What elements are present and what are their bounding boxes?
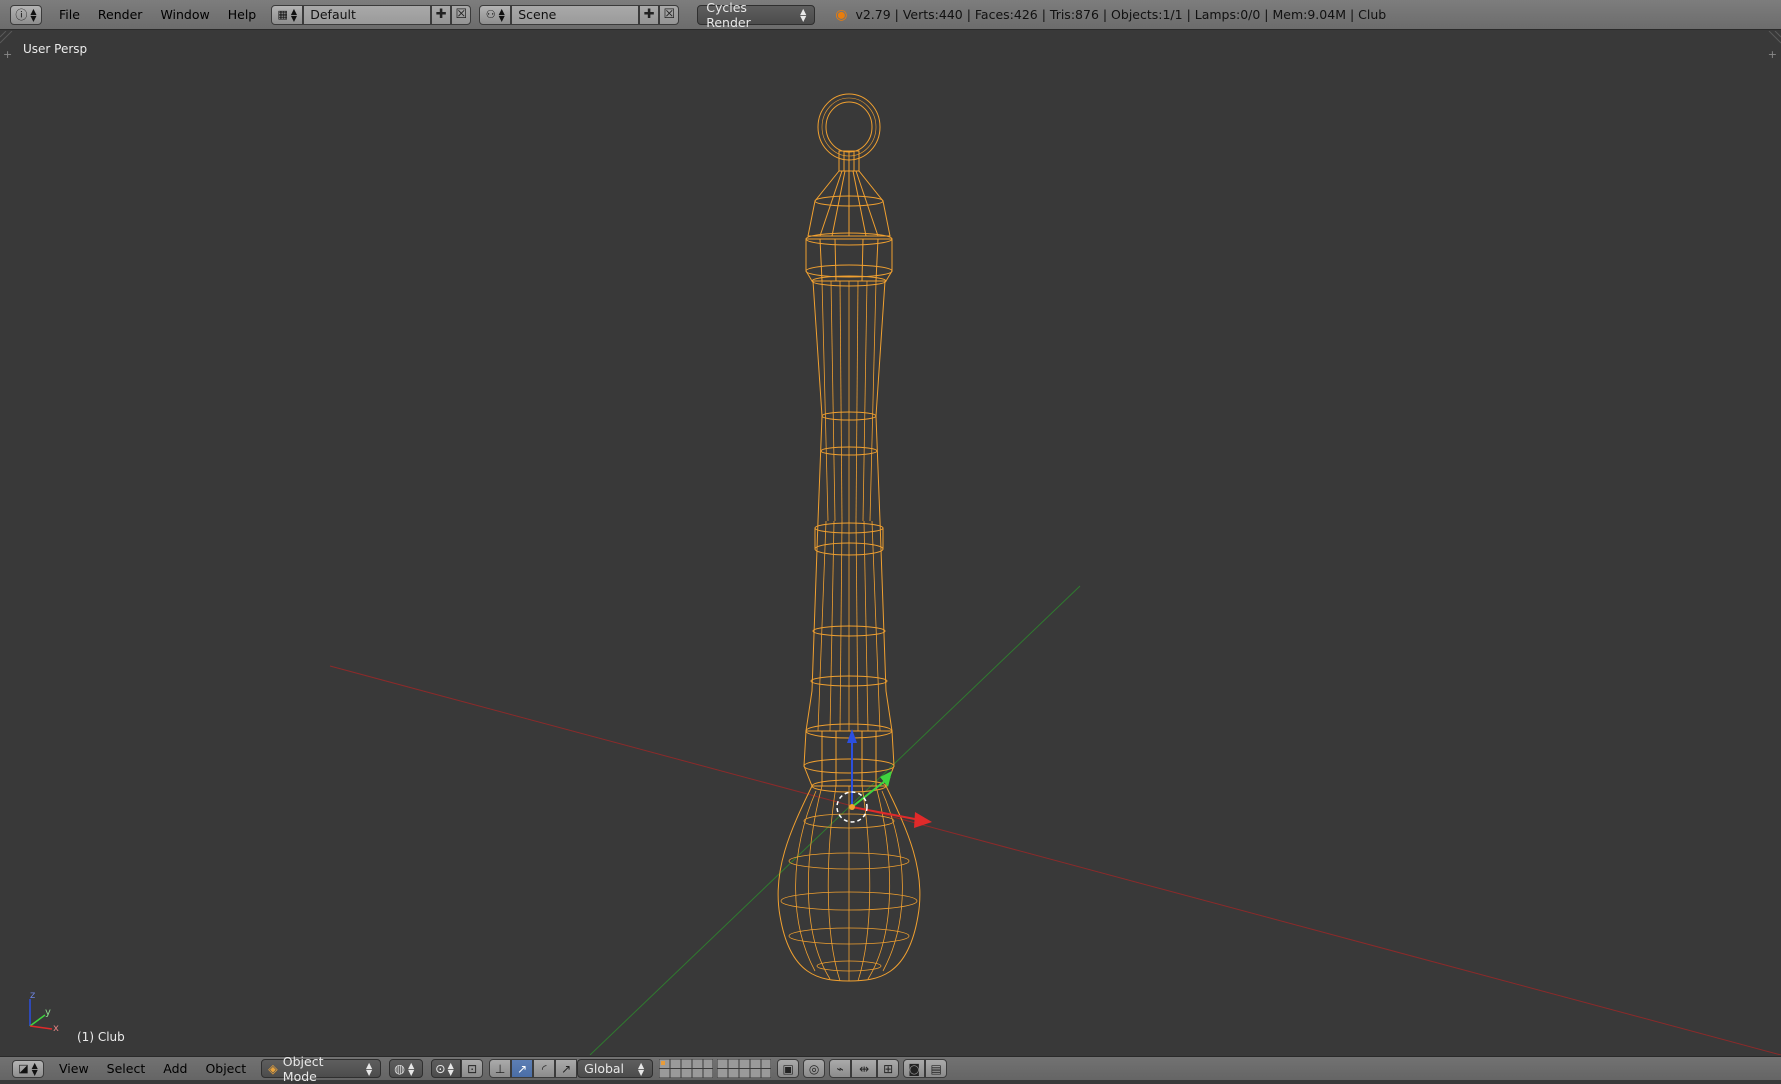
- scene-name-text: Scene: [518, 7, 557, 22]
- close-icon: ☒: [455, 7, 468, 22]
- area-corner-hatch: [0, 31, 1781, 44]
- translate-arrow-icon: ↗: [517, 1061, 528, 1076]
- menu-file[interactable]: File: [50, 0, 89, 30]
- viewport-canvas: z y x: [0, 31, 1781, 1055]
- snap-increment-icon: ⇹: [859, 1061, 870, 1076]
- menu-object[interactable]: Object: [196, 1057, 255, 1081]
- 3d-view-cube-icon: ◪: [18, 1062, 29, 1075]
- magnet-icon: ⌁: [836, 1061, 844, 1076]
- menu-view[interactable]: View: [50, 1057, 98, 1081]
- scene-icon: ⚇: [485, 8, 496, 21]
- translate-manipulator-button[interactable]: ↗: [511, 1059, 534, 1078]
- layout-name-field[interactable]: Default: [303, 4, 432, 25]
- blender-logo-icon: ◉: [835, 6, 848, 23]
- opengl-render-animation-button[interactable]: ▤: [925, 1059, 948, 1078]
- scene-browse-button[interactable]: ⚇ ▲ ▼: [479, 4, 512, 25]
- editor-type-selector[interactable]: ⓘ ▲ ▼: [10, 4, 42, 25]
- rotate-arc-icon: ◜: [541, 1061, 547, 1076]
- interaction-mode-select[interactable]: ◈ Object Mode ▲ ▼: [261, 1054, 382, 1084]
- proportional-edit-icon: ◎: [808, 1061, 820, 1076]
- info-icon: ⓘ: [15, 8, 28, 22]
- menu-window[interactable]: Window: [151, 0, 218, 30]
- layer-buttons-icon-2: [717, 1059, 772, 1078]
- layout-name-text: Default: [310, 7, 356, 22]
- layout-grid-icon: ▦: [277, 8, 288, 21]
- axis-x-label: x: [53, 1023, 59, 1034]
- close-icon: ☒: [663, 7, 676, 22]
- club-wireframe: [777, 93, 921, 982]
- layer-lock-icon: ▣: [782, 1061, 794, 1076]
- scale-icon: ↗: [561, 1061, 572, 1076]
- manipulator-icon: ⊥: [494, 1061, 506, 1076]
- manipulator-group: ⊥ ↗ ◜ ↗: [489, 1059, 578, 1078]
- manipulator-toggle[interactable]: ⊥: [489, 1059, 512, 1078]
- menu-help[interactable]: Help: [219, 0, 266, 30]
- pivot-group: ⊙ ▲ ▼ ⊡: [431, 1059, 484, 1078]
- scene-delete-button[interactable]: ☒: [659, 4, 680, 25]
- layers-group-2[interactable]: [717, 1059, 772, 1078]
- snap-toggle-button[interactable]: ⌁: [829, 1059, 852, 1078]
- menu-render[interactable]: Render: [89, 0, 152, 30]
- shading-wireframe-icon: ◍: [394, 1061, 406, 1076]
- render-engine-select[interactable]: Cycles Render ▲ ▼: [697, 0, 816, 30]
- layers-group-1[interactable]: [659, 1059, 714, 1078]
- scale-manipulator-button[interactable]: ↗: [555, 1059, 578, 1078]
- camera-icon: ◙: [908, 1061, 920, 1076]
- render-engine-text: Cycles Render: [706, 0, 751, 30]
- snapping-group: ⌁ ⇹ ⊞: [829, 1059, 900, 1078]
- proportional-edit-button[interactable]: ◎: [803, 1059, 826, 1078]
- scene-group: ⚇ ▲ ▼ Scene ✚ ☒: [479, 4, 680, 25]
- menu-select[interactable]: Select: [98, 1057, 155, 1081]
- active-object-label: (1) Club: [77, 1030, 125, 1044]
- axis-z-label: z: [30, 990, 35, 1001]
- layout-browse-button[interactable]: ▦ ▲ ▼: [271, 4, 304, 25]
- menu-add[interactable]: Add: [154, 1057, 196, 1081]
- 3d-view-header: ◪ ▲ ▼ View Select Add Object ◈ Object Mod…: [0, 1054, 1781, 1084]
- y-axis-line: [589, 585, 1081, 1055]
- pivot-icon: ⊙: [435, 1061, 446, 1076]
- 3d-view-editor-type-selector[interactable]: ◪ ▲ ▼: [12, 1059, 44, 1078]
- clapperboard-icon: ▤: [930, 1061, 942, 1076]
- axis-y-label: y: [45, 1007, 51, 1018]
- opengl-render-image-button[interactable]: ◙: [903, 1059, 926, 1078]
- scene-add-button[interactable]: ✚: [639, 4, 660, 25]
- viewport-shading-select[interactable]: ◍ ▲ ▼: [389, 1059, 424, 1078]
- snap-target-button[interactable]: ⊞: [877, 1059, 900, 1078]
- object-mode-icon: ◈: [268, 1061, 278, 1076]
- transform-manipulator: [836, 729, 932, 828]
- transform-orientation-text: Global: [584, 1061, 625, 1076]
- render-preview-group: ◙ ▤: [903, 1059, 948, 1078]
- 3d-viewport[interactable]: User Persp + + z y x (1) Club: [0, 31, 1781, 1055]
- snap-element-select[interactable]: ⇹: [851, 1059, 878, 1078]
- manipulate-center-button[interactable]: ⊡: [461, 1059, 484, 1078]
- snap-target-icon: ⊞: [883, 1061, 894, 1076]
- interaction-mode-text: Object Mode: [282, 1053, 324, 1084]
- scene-statistics: v2.79 | Verts:440 | Faces:426 | Tris:876…: [855, 7, 1387, 22]
- center-points-icon: ⊡: [467, 1061, 478, 1076]
- plus-icon: ✚: [643, 7, 655, 22]
- transform-orientation-select[interactable]: Global ▲ ▼: [577, 1059, 654, 1078]
- scene-name-field[interactable]: Scene: [511, 4, 640, 25]
- screen-layout-group: ▦ ▲ ▼ Default ✚ ☒: [271, 4, 472, 25]
- layer-lock-button[interactable]: ▣: [777, 1059, 800, 1078]
- pivot-point-select[interactable]: ⊙ ▲ ▼: [431, 1059, 462, 1078]
- layout-delete-button[interactable]: ☒: [451, 4, 472, 25]
- layout-add-button[interactable]: ✚: [431, 4, 452, 25]
- info-header: ⓘ ▲ ▼ File Render Window Help ▦ ▲ ▼ Defaul…: [0, 0, 1781, 30]
- x-axis-line: [329, 665, 1781, 1055]
- plus-icon: ✚: [435, 7, 447, 22]
- rotate-manipulator-button[interactable]: ◜: [533, 1059, 556, 1078]
- layer-buttons-icon: [659, 1059, 714, 1078]
